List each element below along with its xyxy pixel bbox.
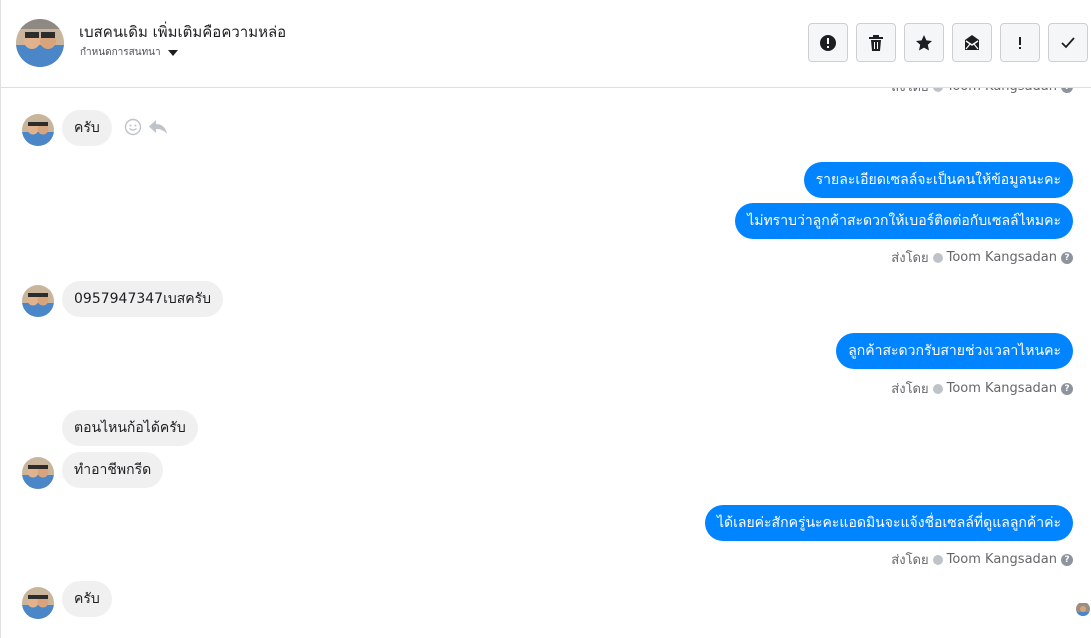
incoming-message[interactable]: ครับ (62, 110, 112, 146)
conversation-toolbar (808, 23, 1088, 62)
incoming-message[interactable]: ตอนไหนก้อได้ครับ (62, 410, 198, 446)
checkmark-icon (1061, 36, 1075, 48)
incoming-message[interactable]: 0957947347เบสครับ (62, 281, 224, 317)
message-actions (124, 118, 168, 136)
contact-avatar-small (22, 457, 54, 489)
mark-spam-button[interactable] (808, 23, 848, 62)
conversation-panel: เบสคนเดิม เพิ่มเติมคือความหล่อ กำหนดการส… (0, 0, 1091, 638)
sender-name: Toom Kangsadan (947, 88, 1057, 94)
outgoing-message[interactable]: รายละเอียดเซลล์จะเป็นคนให้ข้อมูลนะคะ (803, 162, 1073, 198)
follow-up-button[interactable] (1000, 23, 1040, 62)
incoming-message[interactable]: ครับ (62, 581, 112, 617)
mark-done-button[interactable] (1048, 23, 1088, 62)
help-icon[interactable]: ? (1061, 382, 1073, 395)
sent-by-line: ส่งโดย Toom Kangsadan ? (891, 549, 1073, 570)
star-button[interactable] (904, 23, 944, 62)
help-icon[interactable]: ? (1061, 88, 1073, 93)
sent-check-icon (932, 88, 943, 92)
contact-name[interactable]: เบสคนเดิม เพิ่มเติมคือความหล่อ (79, 20, 286, 44)
sender-name: Toom Kangsadan (946, 250, 1057, 265)
sent-by-label: ส่งโดย (891, 88, 928, 97)
sent-check-icon (932, 554, 943, 565)
contact-avatar-small (22, 114, 54, 146)
sent-check-icon (932, 252, 943, 263)
sent-by-line: ส่งโดย Toom Kangsadan ? (891, 88, 1073, 97)
alert-circle-icon (820, 34, 836, 51)
trash-icon (869, 34, 883, 51)
help-icon[interactable]: ? (1061, 251, 1073, 264)
emoji-reaction-icon[interactable] (124, 118, 142, 136)
contact-avatar-small (22, 285, 54, 317)
message-thread[interactable]: ส่งโดย Toom Kangsadan ? ครับ รายละเอียดเ… (1, 88, 1091, 638)
conversation-header: เบสคนเดิม เพิ่มเติมคือความหล่อ กำหนดการส… (1, 0, 1091, 88)
sent-check-icon (932, 383, 943, 394)
incoming-message[interactable]: ทำอาชีพกรีด (62, 452, 164, 488)
sent-by-line: ส่งโดย Toom Kangsadan ? (891, 378, 1073, 399)
seen-indicator-avatar (1076, 602, 1090, 616)
exclamation-icon (1019, 36, 1021, 49)
mail-mark-unread-icon (965, 34, 979, 50)
schedule-label: กำหนดการสนทนา (80, 47, 161, 58)
contact-avatar-small (22, 587, 54, 619)
conversation-schedule-dropdown[interactable]: กำหนดการสนทนา (80, 45, 178, 60)
contact-avatar[interactable] (16, 19, 64, 67)
caret-down-icon (167, 50, 178, 56)
sent-by-label: ส่งโดย (891, 382, 929, 397)
delete-button[interactable] (856, 23, 896, 62)
outgoing-message[interactable]: ไม่ทราบว่าลูกค้าสะดวกให้เบอร์ติดต่อกับเซ… (735, 203, 1073, 239)
sent-by-line: ส่งโดย Toom Kangsadan ? (891, 247, 1073, 268)
sent-by-label: ส่งโดย (891, 553, 929, 568)
star-icon (916, 34, 932, 50)
outgoing-message[interactable]: ได้เลยค่ะสักครู่นะคะแอดมินจะแจ้งชื่อเซลล… (704, 505, 1073, 541)
sender-name: Toom Kangsadan (946, 381, 1057, 396)
mark-unread-button[interactable] (952, 23, 992, 62)
sent-by-label: ส่งโดย (891, 251, 929, 266)
outgoing-message[interactable]: ลูกค้าสะดวกรับสายช่วงเวลาไหนคะ (836, 333, 1073, 369)
help-icon[interactable]: ? (1061, 553, 1073, 566)
reply-icon[interactable] (148, 118, 168, 136)
sender-name: Toom Kangsadan (946, 552, 1057, 567)
